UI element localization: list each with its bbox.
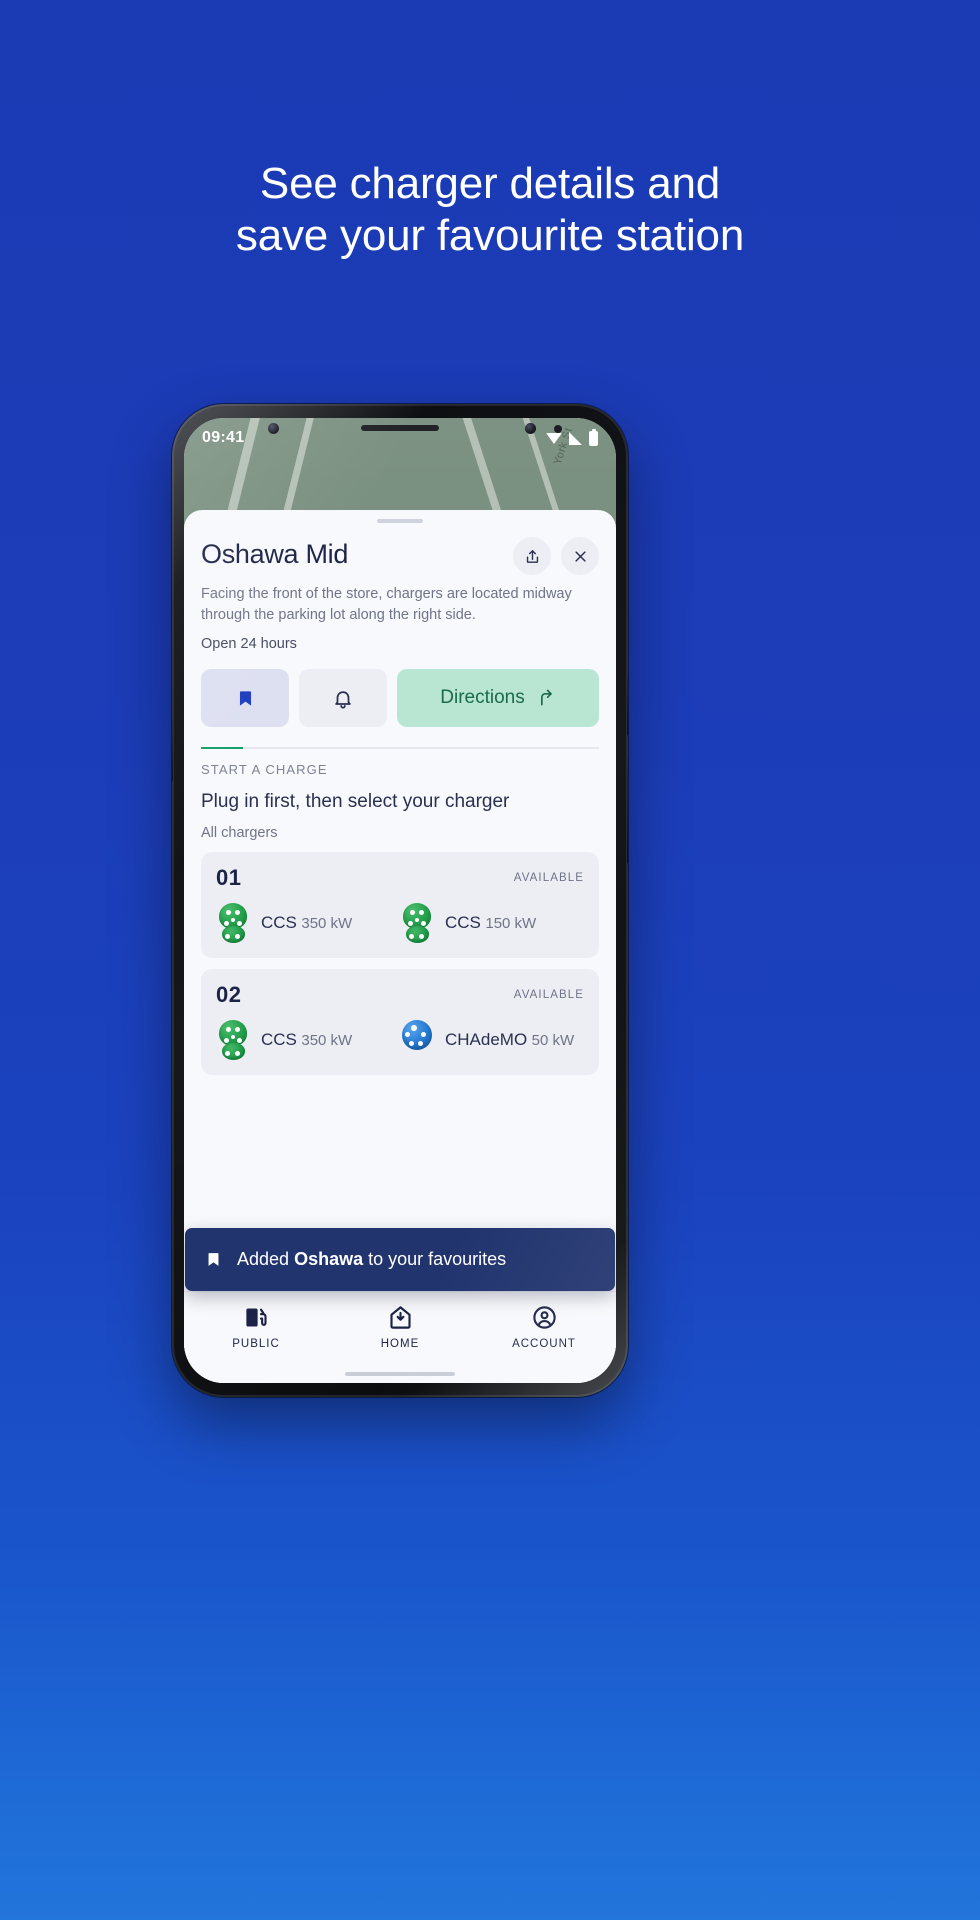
ccs-connector-icon: [400, 903, 434, 944]
charger-card[interactable]: 01 AVAILABLE CCS 350 kW CCS 150 kW: [201, 852, 599, 959]
sheet-header: Oshawa Mid: [184, 523, 616, 575]
charger-card-header: 01 AVAILABLE: [216, 865, 584, 891]
connector-item[interactable]: CHAdeMO 50 kW: [400, 1020, 584, 1060]
connector-type: CHAdeMO: [445, 1030, 528, 1050]
connector-item[interactable]: CCS 150 kW: [400, 903, 584, 944]
charger-number: 02: [216, 982, 242, 1008]
bell-icon: [335, 690, 351, 709]
home-icon: [389, 1306, 411, 1329]
toast-message: Added Oshawa to your favourites: [237, 1249, 506, 1270]
notify-button[interactable]: [299, 669, 387, 728]
bookmark-icon: [239, 691, 251, 706]
toast-suffix: to your favourites: [363, 1249, 507, 1269]
headline-line-1: See charger details and: [259, 159, 721, 208]
bookmark-icon: [208, 1253, 219, 1266]
section-subtitle: All chargers: [201, 825, 278, 842]
front-camera-icon: [268, 423, 279, 434]
connector-type: CCS: [261, 913, 297, 933]
battery-icon: [589, 428, 598, 446]
nav-item-public[interactable]: PUBLIC: [206, 1304, 306, 1350]
connector-power: 350 kW: [301, 1032, 353, 1050]
proximity-sensor-icon: [554, 425, 562, 433]
connector-item[interactable]: CCS 350 kW: [216, 1020, 400, 1061]
status-time: 09:41: [202, 429, 245, 446]
status-icons: [546, 428, 598, 446]
phone-screen: York St 09:41 Oshawa Mid Facing the fron…: [184, 418, 616, 1383]
ccs-connector-icon: [216, 1020, 250, 1061]
connector-type: CCS: [445, 913, 481, 933]
signal-icon: [569, 431, 582, 445]
charger-number: 01: [216, 865, 242, 891]
connector-power: 50 kW: [531, 1032, 575, 1050]
nav-label: PUBLIC: [232, 1338, 280, 1350]
connector-list: CCS 350 kW CHAdeMO 50 kW: [216, 1020, 584, 1061]
connector-item[interactable]: CCS 350 kW: [216, 903, 400, 944]
status-bar: 09:41: [184, 418, 616, 458]
section-title: Plug in first, then select your charger: [201, 791, 510, 813]
station-actions: Directions: [184, 652, 616, 728]
earpiece-speaker: [361, 425, 439, 431]
chademo-connector-icon: [400, 1020, 434, 1060]
home-indicator[interactable]: [345, 1372, 455, 1376]
bottom-navigation: PUBLIC HOME ACCOUNT: [184, 1291, 616, 1383]
sensor-icon: [525, 423, 536, 434]
nav-label: ACCOUNT: [512, 1338, 576, 1350]
station-title: Oshawa Mid: [201, 539, 349, 569]
ccs-connector-icon: [216, 903, 250, 944]
directions-arrow-icon: [540, 689, 552, 706]
status-badge: AVAILABLE: [513, 872, 584, 885]
toast-notification[interactable]: Added Oshawa to your favourites: [185, 1228, 615, 1291]
account-icon: [532, 1306, 556, 1329]
connector-type: CCS: [261, 1030, 297, 1050]
charger-card-header: 02 AVAILABLE: [216, 982, 584, 1008]
favourite-button[interactable]: [201, 669, 289, 728]
sheet-header-actions: [513, 535, 599, 575]
nav-item-account[interactable]: ACCOUNT: [494, 1304, 594, 1350]
directions-label: Directions: [440, 687, 525, 709]
nav-item-home[interactable]: HOME: [350, 1304, 450, 1350]
status-badge: AVAILABLE: [513, 989, 584, 1002]
wifi-icon: [546, 432, 562, 444]
share-icon: [526, 549, 538, 563]
page-title: See charger details and save your favour…: [0, 158, 980, 262]
close-icon: [574, 550, 586, 562]
connector-power: 150 kW: [485, 915, 537, 933]
volume-button[interactable]: [627, 672, 628, 736]
station-description: Facing the front of the store, chargers …: [201, 586, 572, 623]
charger-pump-icon: [245, 1308, 267, 1327]
share-button[interactable]: [513, 537, 551, 575]
charger-list: 01 AVAILABLE CCS 350 kW CCS 150 kW 02 AV…: [184, 841, 616, 1086]
section-eyebrow: START A CHARGE: [201, 762, 328, 778]
side-key-button[interactable]: [172, 704, 173, 782]
charger-card[interactable]: 02 AVAILABLE CCS 350 kW CHAdeMO 50 kW: [201, 969, 599, 1076]
toast-prefix: Added: [237, 1249, 295, 1269]
headline-line-2: save your favourite station: [235, 210, 745, 260]
station-hours: Open 24 hours: [201, 636, 297, 653]
directions-button[interactable]: Directions: [397, 669, 599, 728]
nav-label: HOME: [380, 1338, 420, 1350]
connector-list: CCS 350 kW CCS 150 kW: [216, 903, 584, 944]
toast-station-name: Oshawa: [294, 1249, 364, 1269]
phone-mockup: York St 09:41 Oshawa Mid Facing the fron…: [172, 404, 628, 1397]
section-divider: [201, 747, 599, 750]
power-button[interactable]: [627, 756, 628, 864]
close-button[interactable]: [561, 537, 599, 575]
connector-power: 350 kW: [301, 915, 353, 933]
